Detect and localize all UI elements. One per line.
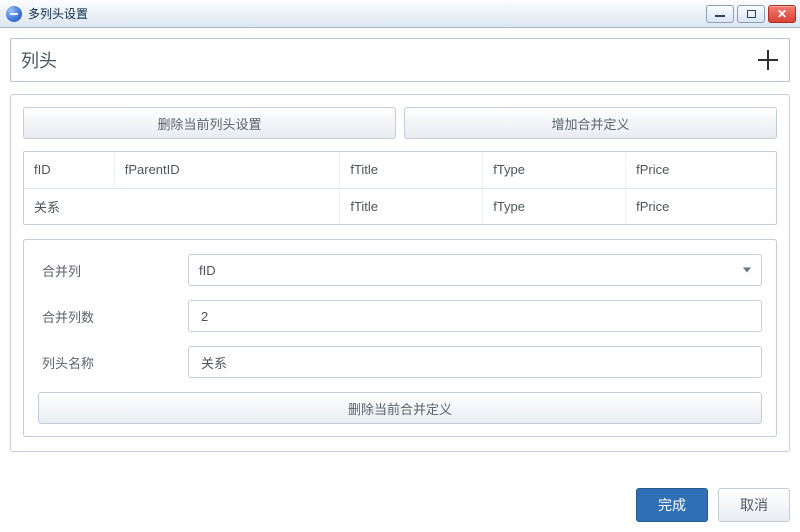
ok-button[interactable]: 完成: [636, 488, 708, 522]
add-merge-definition-button[interactable]: 增加合并定义: [404, 107, 777, 139]
add-icon[interactable]: [757, 49, 779, 71]
merge-count-input[interactable]: [188, 300, 762, 332]
dialog-footer: 完成 取消: [10, 478, 790, 522]
minimize-button[interactable]: [706, 5, 734, 23]
titlebar[interactable]: 多列头设置 ✕: [0, 0, 800, 28]
merge-count-label: 合并列数: [38, 307, 188, 326]
cell[interactable]: fID: [24, 152, 114, 188]
window-title: 多列头设置: [28, 5, 706, 22]
merge-column-label: 合并列: [38, 261, 188, 280]
delete-current-merge-button[interactable]: 删除当前合并定义: [38, 392, 762, 424]
app-icon: [6, 6, 22, 22]
section-title: 列头: [21, 47, 57, 73]
merge-count-field[interactable]: [199, 308, 751, 325]
minimize-icon: [715, 15, 725, 17]
cell[interactable]: fType: [483, 188, 626, 224]
maximize-button[interactable]: [737, 5, 765, 23]
section-header: 列头: [10, 38, 790, 82]
cancel-button[interactable]: 取消: [718, 488, 790, 522]
cell[interactable]: fPrice: [626, 188, 776, 224]
table-row: fID fParentID fTitle fType fPrice: [24, 152, 776, 188]
header-name-input[interactable]: [188, 346, 762, 378]
table-row: 关系 fTitle fType fPrice: [24, 188, 776, 224]
cell[interactable]: fPrice: [626, 152, 776, 188]
cell-merged[interactable]: 关系: [24, 188, 340, 224]
cell[interactable]: fParentID: [114, 152, 340, 188]
cell[interactable]: fTitle: [340, 152, 483, 188]
merge-form: 合并列 fID 合并列数 列头名称 删除当前合并定义: [23, 239, 777, 437]
delete-current-header-button[interactable]: 删除当前列头设置: [23, 107, 396, 139]
header-name-field[interactable]: [199, 354, 751, 371]
cell[interactable]: fTitle: [340, 188, 483, 224]
merge-column-select[interactable]: fID: [188, 254, 762, 286]
maximize-icon: [747, 10, 756, 18]
settings-panel: 删除当前列头设置 增加合并定义 fID fParentID fTitle fTy…: [10, 94, 790, 452]
close-icon: ✕: [777, 8, 787, 20]
close-button[interactable]: ✕: [768, 5, 796, 23]
columns-grid: fID fParentID fTitle fType fPrice 关系 fTi…: [23, 151, 777, 225]
chevron-down-icon: [743, 268, 751, 273]
merge-column-value: fID: [199, 263, 216, 278]
header-name-label: 列头名称: [38, 353, 188, 372]
cell[interactable]: fType: [483, 152, 626, 188]
